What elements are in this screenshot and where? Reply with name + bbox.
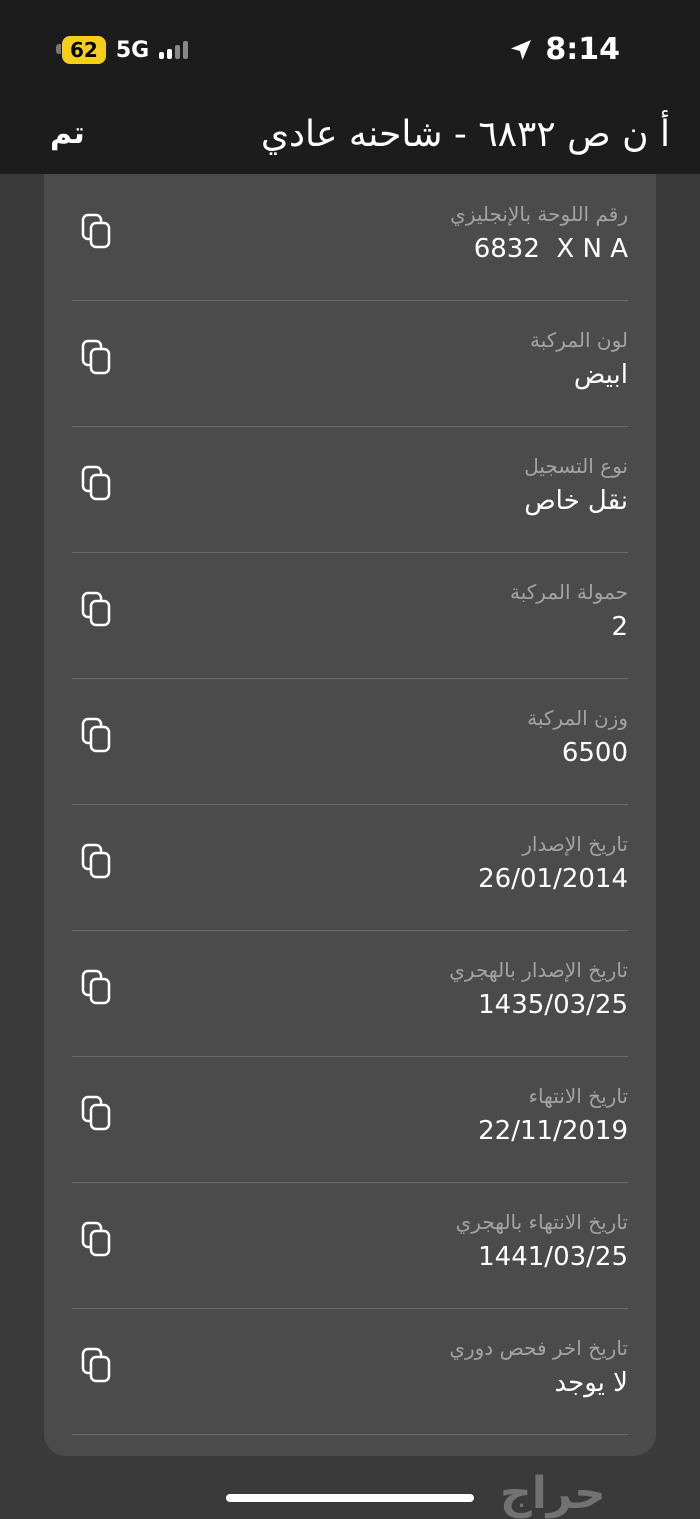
- copy-icon[interactable]: [80, 1094, 114, 1134]
- row-label: تاريخ الإصدار بالهجري: [449, 958, 628, 982]
- done-button[interactable]: تم: [50, 116, 85, 151]
- row-value: 22/11/2019: [478, 1116, 628, 1146]
- copy-icon[interactable]: [80, 1346, 114, 1386]
- copy-icon[interactable]: [80, 590, 114, 630]
- row-value: ابيض: [573, 360, 628, 390]
- row-value: 6500: [561, 738, 628, 768]
- row-label: لون المركبة: [530, 328, 628, 352]
- row-value: 1441/03/25: [478, 1242, 628, 1272]
- signal-icon: [159, 41, 189, 59]
- list-item-registration-type: نوع التسجيل نقل خاص: [72, 426, 628, 553]
- clock: 8:14: [545, 32, 620, 67]
- home-indicator[interactable]: [226, 1494, 474, 1502]
- row-value: 26/01/2014: [478, 864, 628, 894]
- status-bar: 62 5G 8:14: [0, 0, 700, 100]
- watermark-logo: حراج: [500, 1468, 606, 1519]
- list-item-expiry-date-hijri: تاريخ الانتهاء بالهجري 1441/03/25: [72, 1182, 628, 1309]
- row-label: نوع التسجيل: [524, 454, 628, 478]
- row-label: تاريخ اخر فحص دوري: [449, 1336, 628, 1360]
- status-left: 62 5G: [56, 36, 189, 64]
- battery-indicator: 62: [56, 36, 106, 64]
- navigation-bar: تم أ ن ص ٦٨٣٢ - شاحنه عادي: [0, 100, 700, 174]
- page-title: أ ن ص ٦٨٣٢ - شاحنه عادي: [260, 114, 670, 155]
- list-item-plate-english: رقم اللوحة بالإنجليزي 6832 X N A: [72, 174, 628, 301]
- location-arrow-icon: [511, 39, 532, 60]
- row-value: 1435/03/25: [478, 990, 628, 1020]
- row-label: تاريخ الانتهاء: [528, 1084, 628, 1108]
- row-value: لا يوجد: [554, 1368, 628, 1398]
- row-label: تاريخ الانتهاء بالهجري: [455, 1210, 628, 1234]
- copy-icon[interactable]: [80, 338, 114, 378]
- row-value: نقل خاص: [524, 486, 628, 516]
- row-label: تاريخ الإصدار: [522, 832, 628, 856]
- row-label: وزن المركبة: [527, 706, 628, 730]
- copy-icon[interactable]: [80, 716, 114, 756]
- list-item-issue-date-hijri: تاريخ الإصدار بالهجري 1435/03/25: [72, 930, 628, 1057]
- details-card: رقم اللوحة بالإنجليزي 6832 X N A لون الم…: [44, 174, 656, 1456]
- list-item-issue-date: تاريخ الإصدار 26/01/2014: [72, 804, 628, 931]
- row-label: حمولة المركبة: [510, 580, 628, 604]
- copy-icon[interactable]: [80, 1220, 114, 1260]
- list-item-expiry-date: تاريخ الانتهاء 22/11/2019: [72, 1056, 628, 1183]
- copy-icon[interactable]: [80, 212, 114, 252]
- row-value: 6832 X N A: [473, 234, 628, 264]
- list-item-vehicle-weight: وزن المركبة 6500: [72, 678, 628, 805]
- status-right: 8:14: [509, 32, 620, 67]
- row-label: رقم اللوحة بالإنجليزي: [450, 202, 628, 226]
- list-item-vehicle-color: لون المركبة ابيض: [72, 300, 628, 427]
- network-type: 5G: [115, 37, 150, 63]
- copy-icon[interactable]: [80, 842, 114, 882]
- row-value: 2: [611, 612, 628, 642]
- copy-icon[interactable]: [80, 968, 114, 1008]
- copy-icon[interactable]: [80, 464, 114, 504]
- list-item-vehicle-load: حمولة المركبة 2: [72, 552, 628, 679]
- list-item-last-inspection: تاريخ اخر فحص دوري لا يوجد: [72, 1308, 628, 1435]
